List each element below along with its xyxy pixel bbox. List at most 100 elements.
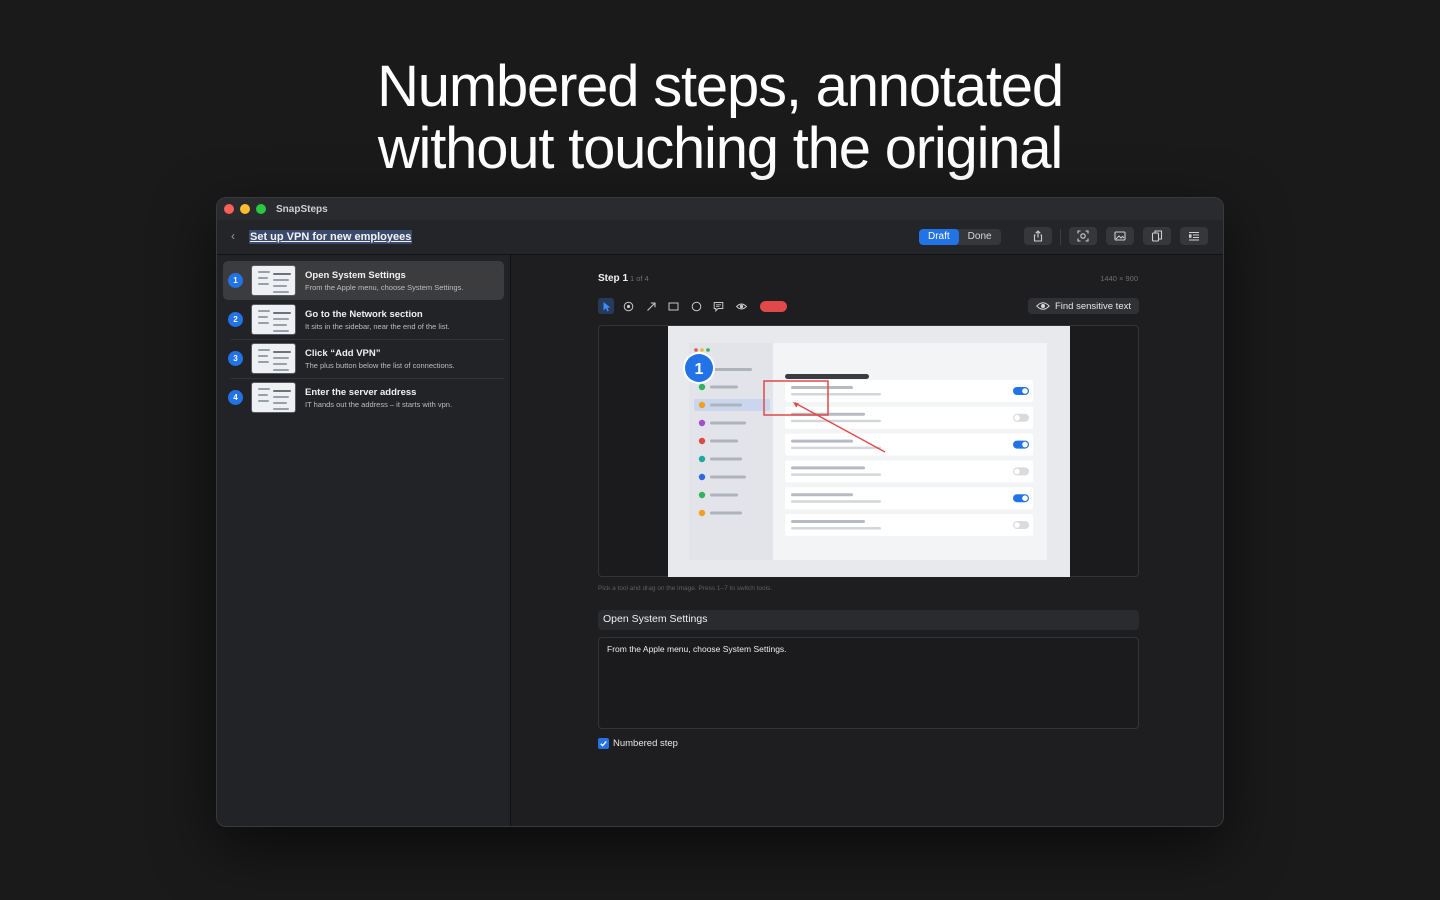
preview-heading-bar: [785, 374, 869, 379]
preview-setting-sublabel: [791, 393, 881, 396]
find-sensitive-text-label: Find sensitive text: [1054, 300, 1131, 312]
step-thumbnail: [251, 343, 296, 374]
document-title[interactable]: Set up VPN for new employees: [249, 230, 413, 244]
blur-tool[interactable]: [733, 298, 749, 314]
preview-setting-card: [785, 460, 1033, 483]
step-title: Go to the Network section: [305, 309, 423, 320]
preview-sidebar-label: [710, 493, 738, 497]
annotation-color-swatch[interactable]: [759, 300, 787, 312]
arrow-tool[interactable]: [643, 298, 659, 314]
preview-sidebar-dot: [698, 455, 706, 463]
preview-traffic-light: [700, 348, 704, 352]
find-sensitive-text-button[interactable]: Find sensitive text: [1027, 298, 1139, 314]
headline-line-2: without touching the original: [377, 116, 1063, 181]
back-chevron-icon[interactable]: ‹: [231, 229, 235, 243]
step-description: The plus button below the list of connec…: [305, 361, 455, 370]
preview-sidebar-label: [710, 475, 746, 479]
headline-line-1: Numbered steps, annotated: [377, 54, 1064, 119]
callout-icon: [713, 301, 724, 312]
preview-sidebar-label: [710, 511, 742, 515]
preview-setting-sublabel: [791, 500, 881, 503]
capture-icon: [1077, 230, 1089, 242]
numbered-step-option[interactable]: Numbered step: [598, 738, 678, 749]
preview-setting-label: [791, 466, 865, 470]
done-segment[interactable]: Done: [959, 229, 1001, 245]
copy-button[interactable]: [1143, 227, 1171, 245]
preview-setting-label: [791, 439, 853, 443]
preview-sidebar-dot: [698, 491, 706, 499]
preview-setting-label: [791, 520, 865, 523]
step-description: It sits in the sidebar, near the end of …: [305, 322, 450, 331]
share-button[interactable]: [1024, 227, 1052, 245]
preview-setting-sublabel: [791, 527, 881, 530]
preview-setting-card: [785, 487, 1033, 510]
image-icon: [1114, 231, 1126, 241]
step-heading: Step 1: [598, 273, 629, 284]
preview-drawing: 1: [683, 348, 1033, 536]
preview-setting-sublabel: [791, 446, 881, 450]
step-thumbnail: [251, 304, 296, 335]
preview-setting-card: [785, 433, 1033, 456]
step-description-field[interactable]: From the Apple menu, choose System Setti…: [598, 637, 1139, 729]
numbered-step-checkbox[interactable]: [598, 738, 609, 749]
callout-tool[interactable]: [711, 298, 727, 314]
step-count: 1 of 4: [630, 274, 649, 283]
step-editor: Step 1 1 of 4 1440 × 900 Find sensitive …: [512, 255, 1223, 826]
preview-traffic-light: [694, 348, 698, 352]
step-list-item-3[interactable]: 3 Click “Add VPN” The plus button below …: [223, 339, 504, 379]
steps-sidebar: 1 Open System Settings From the Apple me…: [217, 255, 511, 826]
step-description: IT hands out the address – it starts wit…: [305, 400, 453, 409]
step-title: Open System Settings: [305, 270, 406, 281]
step-description: From the Apple menu, choose System Setti…: [305, 283, 464, 292]
ellipse-tool[interactable]: [688, 298, 704, 314]
step-title-field[interactable]: Open System Settings: [598, 610, 1139, 630]
rectangle-icon: [668, 302, 679, 310]
screenshot-preview[interactable]: 1: [668, 326, 1070, 577]
preview-toggle-knob: [1022, 495, 1028, 501]
annotation-tools: [598, 298, 787, 314]
step-list-item-2[interactable]: 2 Go to the Network section It sits in t…: [223, 300, 504, 340]
preview-setting-label: [791, 386, 853, 389]
step-list-item-1[interactable]: 1 Open System Settings From the Apple me…: [223, 261, 504, 300]
preview-toggle-knob: [1014, 415, 1020, 421]
checkmark-icon: [600, 740, 607, 747]
share-icon: [1033, 230, 1043, 242]
rectangle-tool[interactable]: [666, 298, 682, 314]
step-number-badge: 4: [228, 390, 243, 405]
step-number-badge: 1: [228, 273, 243, 288]
preview-sidebar-dot: [698, 509, 706, 517]
inspector-icon: [1189, 231, 1199, 241]
preview-toggle-knob: [1014, 522, 1020, 528]
preview-sidebar-label: [710, 457, 742, 461]
close-window-button[interactable]: [224, 204, 234, 214]
step-list-item-4[interactable]: 4 Enter the server address IT hands out …: [223, 378, 504, 417]
numbered-step-label: Numbered step: [613, 738, 678, 749]
headline: Numbered steps, annotated without touchi…: [0, 56, 1440, 180]
blur-icon: [735, 303, 747, 309]
step-title: Enter the server address: [305, 387, 417, 398]
minimize-window-button[interactable]: [240, 204, 250, 214]
arrow-icon: [646, 301, 656, 311]
status-segmented-control: Draft Done: [919, 229, 1001, 245]
preview-toggle-knob: [1022, 388, 1028, 394]
capture-button[interactable]: [1069, 227, 1097, 245]
step-thumbnail: [251, 382, 296, 413]
pointer-tool[interactable]: [598, 298, 614, 314]
preview-sidebar-dot: [698, 473, 706, 481]
app-name: SnapSteps: [276, 203, 328, 215]
preview-setting-label: [791, 493, 853, 497]
numbered-marker-tool[interactable]: [621, 298, 637, 314]
image-button[interactable]: [1106, 227, 1134, 245]
zoom-window-button[interactable]: [256, 204, 266, 214]
inspector-button[interactable]: [1180, 227, 1208, 245]
preview-setting-sublabel: [791, 419, 881, 423]
title-bar: SnapSteps: [217, 198, 1223, 220]
preview-sidebar-dot: [698, 383, 706, 391]
preview-sidebar-label: [710, 439, 738, 443]
tool-hint: Pick a tool and drag on the image. Press…: [598, 585, 773, 592]
toolbar-divider: [1060, 229, 1061, 245]
preview-traffic-light: [706, 348, 710, 352]
image-dimensions: 1440 × 900: [1100, 274, 1138, 283]
draft-segment[interactable]: Draft: [919, 229, 959, 245]
annotation-canvas[interactable]: 1: [598, 325, 1139, 577]
